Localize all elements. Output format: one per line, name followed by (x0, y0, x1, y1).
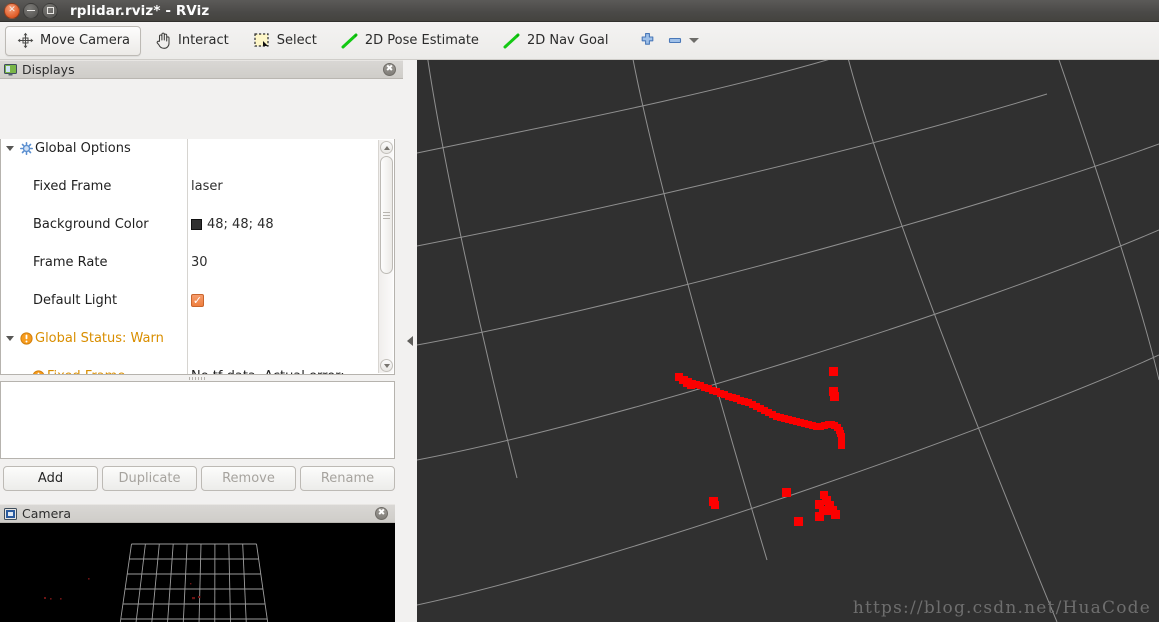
tree-value-fixed-frame[interactable]: laser (191, 179, 223, 194)
minus-icon (669, 37, 682, 44)
tree-value-fixed-frame-status: No tf data. Actual error: ... (191, 369, 361, 374)
rename-button[interactable]: Rename (300, 466, 395, 491)
tool-2d-pose-estimate[interactable]: 2D Pose Estimate (330, 26, 490, 56)
tree-label: Global Status: Warn (35, 331, 164, 346)
camera-panel-header: Camera ✖ (0, 504, 395, 523)
scroll-up-icon[interactable] (380, 141, 393, 154)
camera-view[interactable] (0, 523, 395, 622)
window-title: rplidar.rviz* - RViz (70, 2, 210, 19)
hand-icon (154, 32, 172, 50)
duplicate-button[interactable]: Duplicate (102, 466, 197, 491)
default-light-checkbox[interactable] (191, 294, 204, 307)
grid-and-pointcloud (417, 60, 1159, 622)
tree-label: Fixed Frame (47, 369, 125, 374)
displays-close-icon[interactable]: ✖ (383, 63, 396, 76)
camera-icon (3, 507, 17, 520)
tool-move-camera[interactable]: Move Camera (5, 25, 142, 56)
tree-row-global-status[interactable]: Global Status: Warn (1, 329, 394, 348)
window-controls: ✕ (0, 2, 58, 19)
tree-label: Background Color (33, 217, 149, 232)
tree-value-frame-rate[interactable]: 30 (191, 255, 208, 270)
displays-panel-title: Displays (22, 62, 75, 77)
tool-2d-pose-estimate-label: 2D Pose Estimate (364, 33, 479, 48)
chevron-down-icon[interactable] (689, 38, 700, 43)
remove-tool-button[interactable] (663, 28, 703, 54)
add-button[interactable]: Add (3, 466, 98, 491)
maximize-icon[interactable] (42, 2, 58, 19)
displays-scrollbar[interactable] (378, 140, 393, 373)
tree-label: Global Options (35, 141, 131, 156)
pose-arrow-icon (341, 32, 359, 50)
tree-row-default-light[interactable]: Default Light (1, 291, 394, 310)
add-tool-button[interactable] (633, 28, 661, 54)
warning-icon (17, 332, 35, 345)
disclosure-arrow[interactable] (3, 336, 17, 341)
minimize-icon[interactable] (23, 2, 39, 19)
tool-select-label: Select (276, 33, 317, 48)
move-camera-icon (16, 32, 34, 50)
close-icon[interactable]: ✕ (4, 2, 20, 19)
tree-row-frame-rate[interactable]: Frame Rate 30 (1, 253, 394, 272)
color-swatch (191, 219, 202, 230)
left-dock: Displays ✖ Global Options Fixed Frame la… (0, 60, 403, 622)
tree-label: Fixed Frame (33, 179, 112, 194)
monitor-icon (3, 63, 17, 76)
camera-panel-title: Camera (22, 506, 72, 521)
tool-select[interactable]: Select (242, 26, 328, 56)
chevron-left-icon (407, 336, 413, 346)
tree-row-fixed-frame[interactable]: Fixed Frame laser (1, 177, 394, 196)
tree-value-default-light[interactable] (191, 294, 204, 307)
render-view-3d[interactable]: https://blog.csdn.net/HuaCode (417, 60, 1159, 622)
gear-icon (17, 142, 35, 155)
tree-row-global-options[interactable]: Global Options (1, 139, 394, 158)
tree-value-background-color[interactable]: 48; 48; 48 (191, 217, 274, 232)
disclosure-arrow[interactable] (3, 146, 17, 151)
select-box-icon (253, 32, 271, 50)
displays-panel-header: Displays ✖ (0, 60, 403, 79)
tree-row-fixed-frame-status[interactable]: Fixed Frame No tf data. Actual error: ..… (1, 367, 394, 374)
tool-interact[interactable]: Interact (143, 26, 240, 56)
splitter-grip-icon (188, 377, 207, 380)
tool-2d-nav-goal[interactable]: 2D Nav Goal (492, 26, 620, 56)
warning-icon (29, 370, 47, 374)
nav-goal-arrow-icon (503, 32, 521, 50)
tool-interact-label: Interact (178, 33, 229, 48)
window-titlebar: ✕ rplidar.rviz* - RViz (0, 0, 1159, 22)
scrollbar-thumb[interactable] (380, 156, 393, 274)
displays-tree[interactable]: Global Options Fixed Frame laser Backgro… (0, 139, 395, 375)
main-toolbar: Move Camera Interact Select 2D Pose Esti… (0, 22, 1159, 60)
display-property-area[interactable] (0, 381, 395, 459)
remove-button[interactable]: Remove (201, 466, 296, 491)
tree-label: Frame Rate (33, 255, 108, 270)
scroll-down-icon[interactable] (380, 359, 393, 372)
tree-label: Default Light (33, 293, 118, 308)
grip-lines-icon (383, 210, 390, 221)
tool-move-camera-label: Move Camera (40, 33, 131, 48)
camera-close-icon[interactable]: ✖ (375, 507, 388, 520)
tree-row-background-color[interactable]: Background Color 48; 48; 48 (1, 215, 394, 234)
displays-buttons-row: Add Duplicate Remove Rename (0, 466, 398, 492)
dock-collapse-handle[interactable] (403, 60, 417, 622)
tool-2d-nav-goal-label: 2D Nav Goal (526, 33, 609, 48)
color-value-text: 48; 48; 48 (207, 217, 274, 232)
plus-icon (641, 33, 654, 45)
